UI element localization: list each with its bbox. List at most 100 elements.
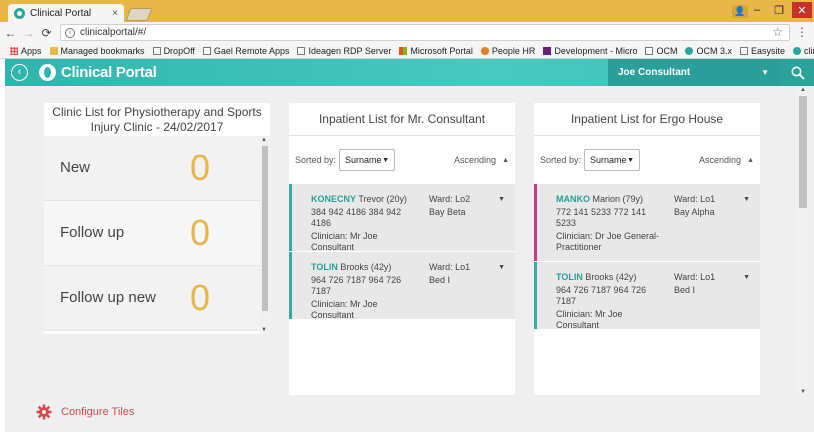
patient-bed: Bed I (674, 285, 696, 295)
patient-identifiers: 772 141 5233 772 141 5233 (556, 207, 647, 228)
patient-bed: Bay Alpha (674, 207, 715, 217)
patient-bed: Bed I (429, 275, 451, 285)
sort-direction-toggle[interactable]: Ascending ▲ (699, 155, 754, 165)
patient-identifiers: 964 726 7187 964 726 7187 (556, 285, 647, 306)
page-bookmark-icon (297, 46, 306, 55)
bookmark-item[interactable]: OCM (645, 46, 677, 56)
sort-select[interactable]: Surname ▼ (584, 149, 641, 171)
stat-label: New (60, 159, 91, 176)
bookmark-item[interactable]: clinicalportal (792, 45, 814, 56)
patient-surname: MANKO (556, 194, 590, 204)
sort-value: Surname (590, 155, 627, 165)
reload-icon[interactable]: ⟳ (39, 26, 54, 40)
patient-forename-age: Marion (79y) (592, 194, 644, 204)
sort-direction-toggle[interactable]: Ascending ▲ (454, 155, 509, 165)
bookmark-label: Managed bookmarks (60, 45, 145, 56)
bookmark-label: clinicalportal (803, 45, 814, 56)
page-scrollbar[interactable]: ▲ ▼ (797, 86, 809, 396)
minimize-button[interactable]: – (746, 2, 768, 18)
bookmark-item[interactable]: Development - Micro (543, 46, 637, 56)
patient-name[interactable]: TOLIN Brooks (42y) (556, 272, 668, 283)
user-menu-button[interactable]: Joe Consultant ▼ (608, 59, 781, 86)
patient-card[interactable]: TOLIN Brooks (42y) 964 726 7187 964 726 7… (289, 252, 515, 321)
sort-select[interactable]: Surname ▼ (339, 149, 396, 171)
patient-identifiers: 964 726 7187 964 726 7187 (311, 275, 402, 296)
bookmark-item[interactable]: Managed bookmarks (49, 45, 145, 56)
folder-bookmark-icon (49, 46, 58, 55)
info-icon[interactable]: i (65, 27, 75, 38)
clinic-list-tile: Clinic List for Physiotherapy and Sports… (44, 103, 270, 334)
url-text: clinicalportal/#/ (80, 27, 147, 38)
scroll-thumb[interactable] (262, 146, 268, 311)
bookmark-item[interactable]: Gael Remote Apps (202, 46, 289, 56)
patient-bed: Bay Beta (429, 207, 466, 217)
clinic-tile-scrollbar[interactable]: ▲ ▼ (260, 136, 270, 334)
cp-bookmark-icon (792, 46, 801, 55)
patient-name[interactable]: MANKO Marion (79y) (556, 194, 668, 205)
bookmark-item[interactable]: Ideagen RDP Server (297, 46, 391, 56)
patient-location: Ward: Lo2 Bay Beta (429, 194, 499, 218)
maximize-button[interactable]: ❐ (768, 2, 790, 18)
clinic-stat-row[interactable]: New 0 (44, 136, 260, 201)
clinic-stat-row[interactable]: Follow up 0 (44, 201, 260, 266)
bookmark-item[interactable]: Easysite (739, 46, 785, 56)
browser-tab-strip: Clinical Portal × 👤 – ❐ ✕ (0, 0, 814, 22)
bookmark-item[interactable]: People HR (480, 46, 535, 56)
patient-menu-caret-icon[interactable]: ▼ (743, 272, 750, 283)
select-caret-icon: ▼ (382, 156, 390, 164)
bookmark-item[interactable]: Microsoft Portal (399, 46, 473, 56)
patient-forename-age: Brooks (42y) (585, 272, 637, 282)
stat-label: Follow up (60, 224, 125, 241)
sort-label: Sorted by: (295, 155, 337, 165)
patient-surname: KONECNY (311, 194, 356, 204)
browser-menu-icon[interactable]: ⋮ (796, 25, 808, 39)
bookmark-item[interactable]: Apps (10, 46, 42, 56)
patient-name[interactable]: TOLIN Brooks (42y) (311, 262, 423, 273)
bookmark-star-icon[interactable]: ☆ (772, 25, 783, 39)
patient-card[interactable]: TOLIN Brooks (42y) 964 726 7187 964 726 7… (534, 262, 760, 330)
ms-bookmark-icon (399, 46, 408, 55)
stat-count: 0 (190, 277, 211, 318)
configure-tiles-button[interactable]: Configure Tiles (36, 404, 134, 420)
patient-menu-caret-icon[interactable]: ▼ (743, 194, 750, 205)
scroll-up-icon[interactable]: ▲ (261, 137, 267, 143)
patient-menu-caret-icon[interactable]: ▼ (498, 262, 505, 273)
patient-card[interactable]: KONECNY Trevor (20y) 384 942 4186 384 942… (289, 184, 515, 252)
patient-card[interactable]: MANKO Marion (79y) 772 141 5233 772 141 5… (534, 184, 760, 261)
new-tab-button[interactable] (125, 8, 153, 21)
bookmark-item[interactable]: OCM 3.x (685, 46, 732, 56)
page-scroll-up-icon[interactable]: ▲ (800, 87, 806, 93)
patient-clinician: Clinician: Mr Joe Consultant (311, 231, 378, 252)
patient-surname: TOLIN (556, 272, 583, 282)
close-window-button[interactable]: ✕ (792, 2, 812, 18)
cp-bookmark-icon (685, 46, 694, 55)
page-bookmark-icon (739, 46, 748, 55)
back-arrow-icon[interactable]: ← (3, 26, 18, 40)
page-scroll-down-icon[interactable]: ▼ (800, 389, 806, 395)
sort-direction-label: Ascending (454, 155, 497, 165)
bookmarks-bar: Apps Managed bookmarks DropOff Gael Remote … (0, 43, 814, 59)
app-brand: Clinical Portal (61, 64, 157, 81)
clinical-portal-favicon-icon (14, 7, 25, 19)
scroll-down-icon[interactable]: ▼ (261, 327, 267, 333)
clinic-stat-row[interactable]: Follow up new 0 (44, 266, 260, 331)
patient-forename-age: Trevor (20y) (358, 194, 408, 204)
sort-direction-label: Ascending (699, 155, 742, 165)
patient-ward: Ward: Lo1 (674, 194, 716, 204)
patient-menu-caret-icon[interactable]: ▼ (498, 194, 505, 205)
page-scroll-thumb[interactable] (799, 96, 807, 208)
patient-clinician: Clinician: Mr Joe Consultant (556, 309, 623, 330)
page-bookmark-icon (202, 46, 211, 55)
patient-name[interactable]: KONECNY Trevor (20y) (311, 194, 423, 205)
patient-forename-age: Brooks (42y) (340, 262, 392, 272)
forward-arrow-icon[interactable]: → (21, 26, 36, 40)
tab-close-icon[interactable]: × (112, 8, 118, 19)
search-button[interactable] (781, 59, 814, 86)
url-input[interactable]: i clinicalportal/#/ ☆ (60, 24, 790, 41)
bookmark-item[interactable]: DropOff (152, 46, 195, 56)
sort-ascending-icon: ▲ (502, 156, 509, 164)
patient-details: TOLIN Brooks (42y) 964 726 7187 964 726 7… (311, 262, 423, 321)
browser-tab[interactable]: Clinical Portal × (8, 4, 124, 22)
patient-location: Ward: Lo1 Bed I (429, 262, 499, 286)
back-circle-icon[interactable]: ‹ (11, 64, 28, 81)
